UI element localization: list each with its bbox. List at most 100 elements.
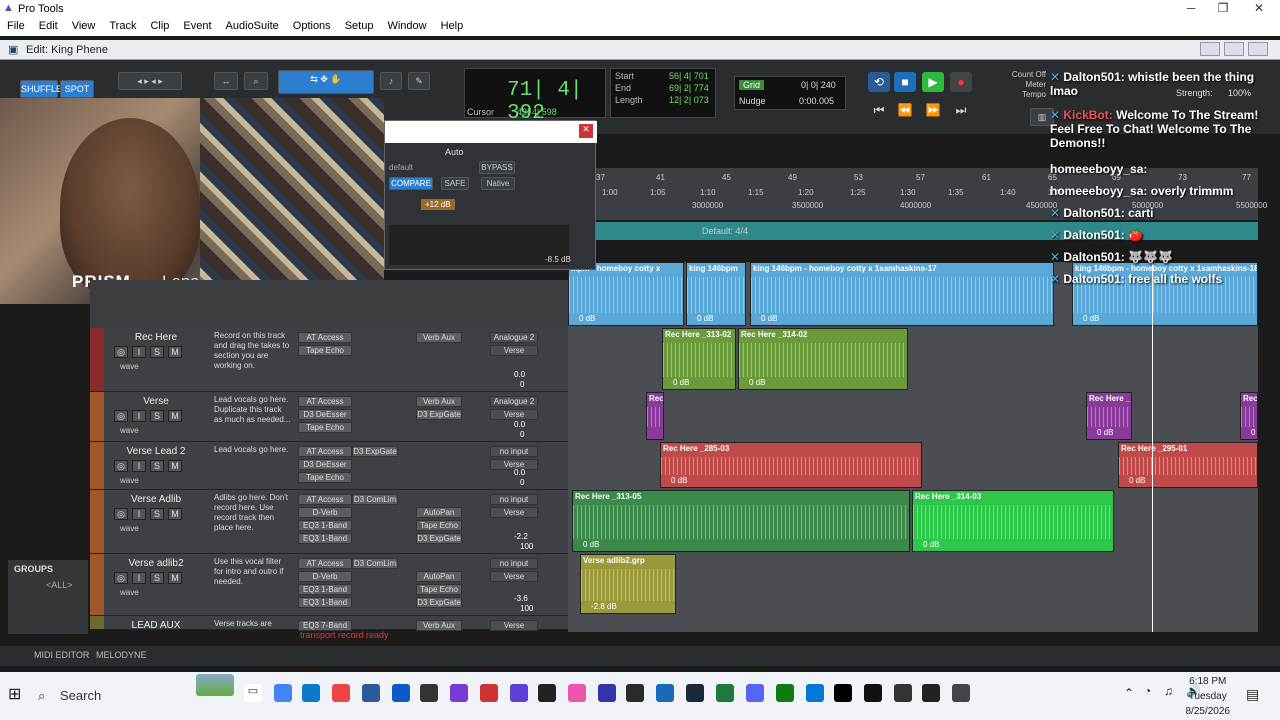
audio-clip[interactable]: ...pm - homeboy cotty x0 dB xyxy=(568,262,684,326)
audio-clip[interactable]: Rec Here _314-02 0 dB xyxy=(738,328,908,390)
go-to-end-icon[interactable]: ⏭ xyxy=(950,100,972,120)
taskbar-clock[interactable]: 6:18 PM Tuesday 8/25/2026 xyxy=(1186,674,1231,719)
app-icon-11[interactable] xyxy=(922,684,940,702)
menu-event[interactable]: Event xyxy=(176,18,218,36)
insert-slot[interactable]: D3 DeEsser xyxy=(298,459,352,470)
return-to-zero-icon[interactable]: ⏮ xyxy=(868,100,890,120)
pan-value[interactable]: 100 xyxy=(520,604,533,613)
clip-gain[interactable]: 0 dB xyxy=(673,378,689,387)
plugin-close-icon[interactable]: ✕ xyxy=(579,124,593,138)
zoom-buttons[interactable]: ◂ ▸ ◂ ▸ xyxy=(118,72,182,90)
track-name[interactable]: Rec Here xyxy=(106,332,206,343)
record-arm-button[interactable]: ◎ xyxy=(114,410,128,422)
end-value[interactable]: 69| 2| 774 xyxy=(669,83,709,93)
gain-range-button[interactable]: +12 dB xyxy=(421,199,455,210)
io-selector[interactable]: Verse xyxy=(490,507,538,518)
solo-button[interactable]: S xyxy=(150,572,164,584)
insert-slot[interactable]: AT Access xyxy=(298,332,352,343)
steam-icon[interactable] xyxy=(686,684,704,702)
media-icon[interactable] xyxy=(538,684,556,702)
insert-slot[interactable]: AT Access xyxy=(298,446,352,457)
tiktok-icon[interactable] xyxy=(864,684,882,702)
chrome-icon-2[interactable] xyxy=(332,684,350,702)
bypass-button[interactable]: BYPASS xyxy=(479,161,515,174)
record-arm-button[interactable]: ◎ xyxy=(114,572,128,584)
insert-slot[interactable]: Tape Echo xyxy=(298,345,352,356)
menu-setup[interactable]: Setup xyxy=(338,18,381,36)
rewind-icon[interactable]: ⏪ xyxy=(894,100,916,120)
insert-slot[interactable]: D-Verb xyxy=(298,571,352,582)
volume-value[interactable]: -2.2 xyxy=(514,532,528,541)
send-slot[interactable]: AutoPan xyxy=(416,507,462,518)
start-value[interactable]: 56| 4| 701 xyxy=(669,71,709,81)
weather-widget[interactable] xyxy=(196,674,234,696)
insert-slot[interactable]: EQ3 1-Band xyxy=(298,584,352,595)
mute-button[interactable]: M xyxy=(168,508,182,520)
send-slot[interactable]: Verb Aux xyxy=(416,620,462,631)
track-name[interactable]: Verse adlib2 xyxy=(106,558,206,569)
taskbar-search[interactable]: ⌕ Search xyxy=(30,678,190,714)
track-comment[interactable]: Use this vocal filter for intro and outr… xyxy=(214,557,292,587)
stop-icon[interactable]: ■ xyxy=(894,72,916,92)
app-icon-5[interactable] xyxy=(598,684,616,702)
clip-gain[interactable]: 0 dB xyxy=(1129,476,1145,485)
solo-button[interactable]: S xyxy=(150,460,164,472)
mute-button[interactable]: M xyxy=(168,572,182,584)
tempo-label[interactable]: Tempo xyxy=(1006,90,1046,100)
send-slot[interactable]: D3 ComLim xyxy=(352,494,398,505)
melodyne-tab[interactable]: MELODYNE xyxy=(96,650,147,660)
io-selector[interactable]: Verse xyxy=(490,345,538,356)
audio-clip[interactable]: Rec Here _313-02 0 dB xyxy=(662,328,736,390)
insert-slot[interactable]: D-Verb xyxy=(298,507,352,518)
clip-gain[interactable]: 0 xyxy=(1251,428,1255,437)
count-off-label[interactable]: Count Off xyxy=(1006,70,1046,80)
input-monitor-button[interactable]: I xyxy=(132,410,146,422)
grid-button[interactable]: Grid xyxy=(739,80,765,90)
send-slot[interactable]: Verb Aux xyxy=(416,396,462,407)
nudge-value[interactable]: 0:00.005 xyxy=(799,96,834,106)
gain-meter[interactable] xyxy=(389,225,569,265)
record-arm-button[interactable]: ◎ xyxy=(114,460,128,472)
midi-editor-tab[interactable]: MIDI EDITOR xyxy=(34,650,89,660)
track-view-selector[interactable]: wave xyxy=(120,362,139,371)
track-view-selector[interactable]: wave xyxy=(120,476,139,485)
solo-button[interactable]: S xyxy=(150,346,164,358)
spot-button[interactable]: SPOT xyxy=(60,80,94,98)
grid-value[interactable]: 0| 0| 240 xyxy=(801,80,836,90)
menu-window[interactable]: Window xyxy=(380,18,433,36)
app-icon-3[interactable] xyxy=(480,684,498,702)
clip-gain[interactable]: -2.8 dB xyxy=(591,602,617,611)
send-slot[interactable]: AutoPan xyxy=(416,571,462,582)
pro-tools-taskbar-icon[interactable] xyxy=(510,684,528,702)
app-icon-12[interactable] xyxy=(952,684,970,702)
notifications-icon[interactable]: ▤ xyxy=(1246,686,1259,703)
send-slot[interactable]: D3 ExpGate xyxy=(416,533,462,544)
track-view-selector[interactable]: wave xyxy=(120,524,139,533)
insert-slot[interactable]: Tape Echo xyxy=(298,472,352,483)
track-name[interactable]: Verse Adlib xyxy=(106,494,206,505)
record-arm-button[interactable]: ◎ xyxy=(114,346,128,358)
track-view-selector[interactable]: wave xyxy=(120,588,139,597)
send-slot[interactable]: D3 ExpGate xyxy=(352,446,398,457)
edit-maximize-button[interactable] xyxy=(1224,42,1244,56)
mute-button[interactable]: M xyxy=(168,460,182,472)
io-selector[interactable]: no input xyxy=(490,494,538,505)
app-icon-7[interactable] xyxy=(656,684,674,702)
minimize-icon[interactable]: ─ xyxy=(1176,1,1206,15)
clip-gain[interactable]: 0 dB xyxy=(1097,428,1113,437)
solo-button[interactable]: S xyxy=(150,410,164,422)
app-icon-1[interactable] xyxy=(420,684,438,702)
app-icon-9[interactable] xyxy=(834,684,852,702)
io-selector[interactable]: no input xyxy=(490,558,538,569)
insert-slot[interactable]: AT Access xyxy=(298,558,352,569)
app-icon-10[interactable] xyxy=(894,684,912,702)
mute-button[interactable]: M xyxy=(168,346,182,358)
fast-forward-icon[interactable]: ⏩ xyxy=(922,100,944,120)
wifi-icon[interactable]: ◔ xyxy=(1144,684,1151,698)
smart-tool-group[interactable]: ⇆ ✥ ✋ xyxy=(278,70,374,94)
volume-value[interactable]: 0.0 xyxy=(514,370,525,379)
insert-slot[interactable]: AT Access xyxy=(298,494,352,505)
pan-value[interactable]: 0 xyxy=(520,380,524,389)
send-slot[interactable]: Tape Echo xyxy=(416,584,462,595)
io-selector[interactable]: no input xyxy=(490,446,538,457)
